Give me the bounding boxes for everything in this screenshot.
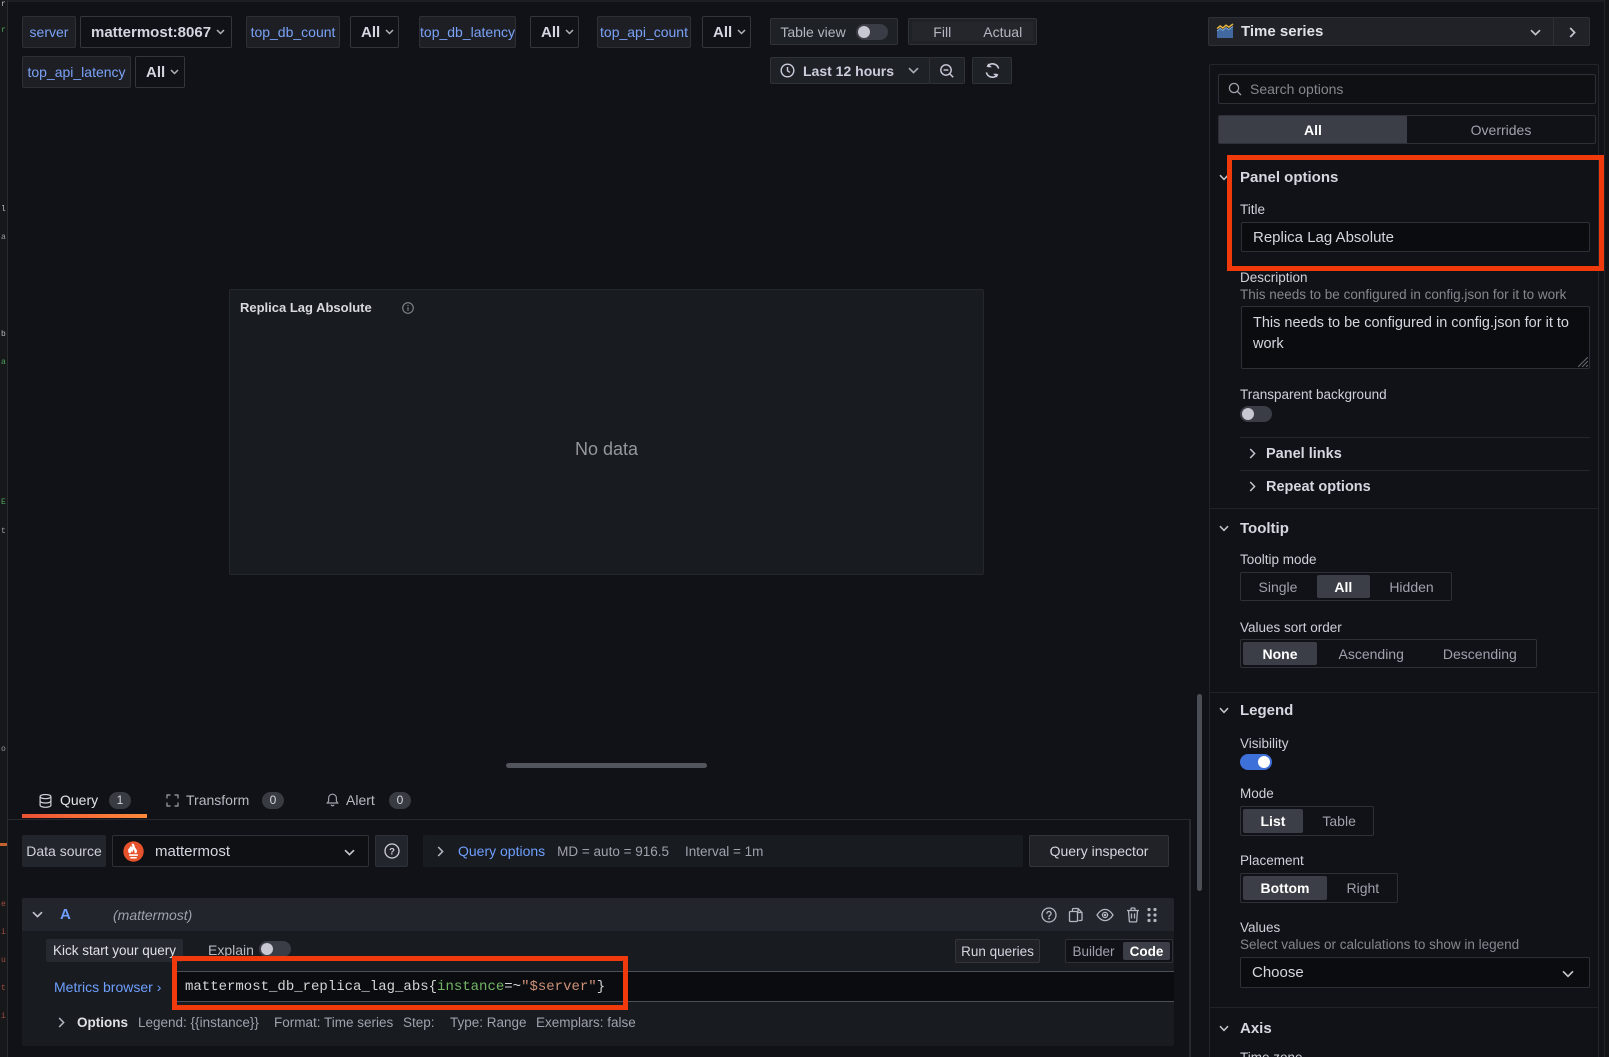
- svg-text:?: ?: [389, 846, 395, 857]
